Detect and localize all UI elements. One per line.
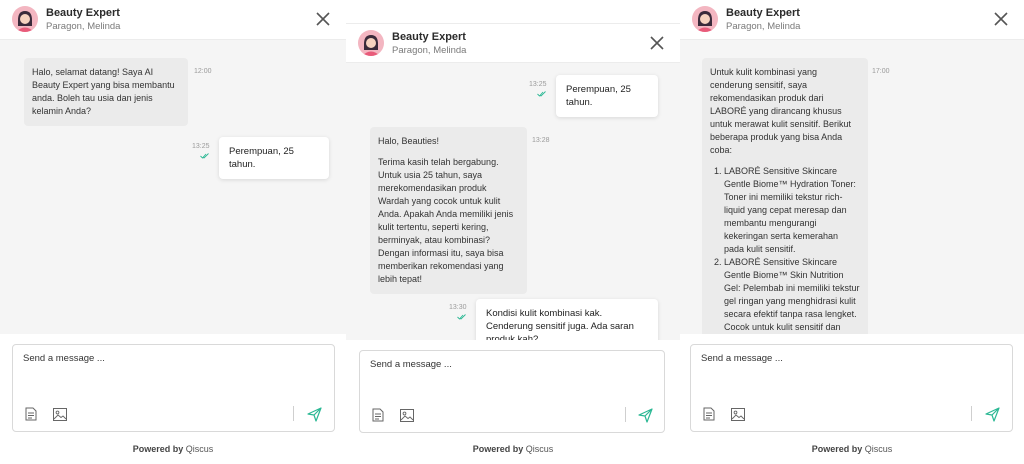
- close-icon[interactable]: [648, 34, 666, 52]
- message-input[interactable]: [370, 359, 644, 370]
- double-check-icon: [537, 91, 546, 97]
- composer: [12, 344, 335, 432]
- message-input[interactable]: [23, 353, 312, 364]
- send-icon[interactable]: [638, 408, 653, 423]
- message-greeting: Halo, Beauties!: [378, 136, 440, 146]
- chat-header: Beauty Expert Paragon, Melinda: [346, 23, 680, 63]
- chat-header: Beauty Expert Paragon, Melinda: [680, 0, 1024, 40]
- message-body: Terima kasih telah bergabung. Untuk usia…: [378, 157, 514, 284]
- product-list: LABORÉ Sensitive Skincare Gentle Biome™ …: [710, 165, 860, 334]
- image-icon[interactable]: [400, 409, 414, 422]
- agent-subtitle: Paragon, Melinda: [392, 45, 467, 56]
- divider: [293, 406, 294, 421]
- agent-subtitle: Paragon, Melinda: [46, 21, 121, 32]
- message-list[interactable]: Untuk kulit kombinasi yang cenderung sen…: [680, 40, 1024, 334]
- message-time: 13:25: [192, 143, 210, 150]
- message-list[interactable]: Halo, selamat datang! Saya AI Beauty Exp…: [0, 40, 346, 334]
- divider: [971, 406, 972, 421]
- chat-header: Beauty Expert Paragon, Melinda: [0, 0, 346, 40]
- agent-subtitle: Paragon, Melinda: [726, 21, 801, 32]
- avatar: [12, 6, 38, 32]
- send-icon[interactable]: [307, 407, 322, 422]
- agent-name: Beauty Expert: [726, 7, 800, 19]
- agent-name: Beauty Expert: [392, 31, 466, 43]
- chat-panel-1: Beauty Expert Paragon, Melinda Halo, sel…: [0, 0, 346, 464]
- message-time: 13:28: [532, 137, 550, 144]
- message-intro: Untuk kulit kombinasi yang cenderung sen…: [710, 67, 852, 155]
- incoming-message: Halo, selamat datang! Saya AI Beauty Exp…: [24, 58, 188, 126]
- outgoing-message: Perempuan, 25 tahun.: [219, 137, 329, 179]
- incoming-message: Halo, Beauties! Terima kasih telah berga…: [370, 127, 527, 294]
- message-time: 12:00: [194, 68, 212, 75]
- powered-by: Powered by Qiscus: [132, 444, 214, 454]
- close-icon[interactable]: [314, 10, 332, 28]
- document-icon[interactable]: [703, 407, 715, 421]
- close-icon[interactable]: [992, 10, 1010, 28]
- outgoing-message: Perempuan, 25 tahun.: [556, 75, 658, 117]
- double-check-icon: [200, 153, 209, 159]
- document-icon[interactable]: [372, 408, 384, 422]
- image-icon[interactable]: [53, 408, 67, 421]
- divider: [625, 407, 626, 422]
- list-item: LABORÉ Sensitive Skincare Gentle Biome™ …: [724, 165, 860, 256]
- message-input[interactable]: [701, 353, 990, 364]
- message-time: 17:00: [872, 68, 890, 75]
- image-icon[interactable]: [731, 408, 745, 421]
- avatar: [358, 30, 384, 56]
- message-time: 13:25: [529, 81, 547, 88]
- composer: [359, 350, 665, 433]
- document-icon[interactable]: [25, 407, 37, 421]
- incoming-message: Untuk kulit kombinasi yang cenderung sen…: [702, 58, 868, 334]
- composer: [690, 344, 1013, 432]
- powered-by: Powered by Qiscus: [811, 444, 893, 454]
- agent-name: Beauty Expert: [46, 7, 120, 19]
- message-time: 13:30: [449, 304, 467, 311]
- list-item: LABORÉ Sensitive Skincare Gentle Biome™ …: [724, 256, 860, 334]
- avatar: [692, 6, 718, 32]
- outgoing-message: Kondisi kulit kombinasi kak. Cenderung s…: [476, 299, 658, 340]
- chat-panel-3: Beauty Expert Paragon, Melinda Untuk kul…: [680, 0, 1024, 464]
- powered-by: Powered by Qiscus: [472, 444, 554, 454]
- message-list[interactable]: 13:25 Perempuan, 25 tahun. Halo, Beautie…: [346, 63, 680, 340]
- send-icon[interactable]: [985, 407, 1000, 422]
- double-check-icon: [457, 314, 466, 320]
- chat-panel-2: Beauty Expert Paragon, Melinda 13:25 Per…: [346, 0, 680, 464]
